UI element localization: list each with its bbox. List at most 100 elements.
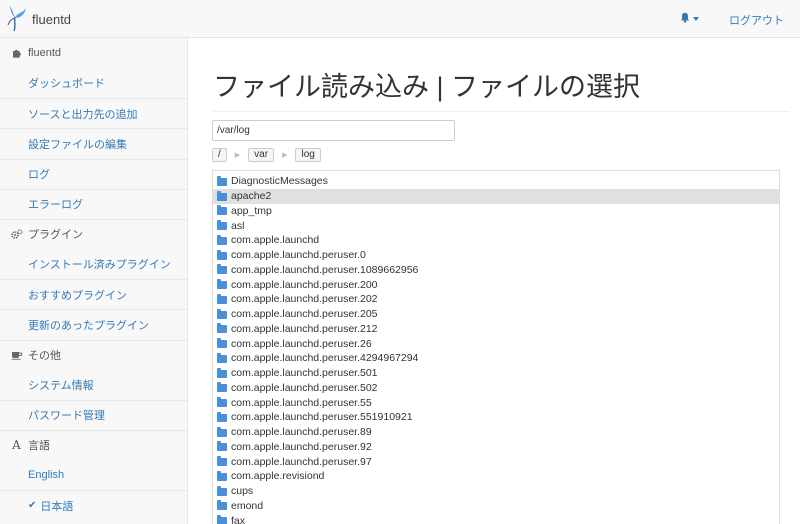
file-name: com.apple.launchd.peruser.202 bbox=[231, 293, 378, 306]
bell-icon bbox=[680, 12, 690, 26]
file-list-item[interactable]: DiagnosticMessages bbox=[213, 174, 779, 189]
folder-icon bbox=[217, 515, 227, 524]
folder-icon bbox=[217, 411, 227, 422]
page-title: ファイル読み込み | ファイルの選択 bbox=[213, 65, 790, 112]
breadcrumb-root[interactable]: / bbox=[212, 147, 227, 162]
folder-icon bbox=[217, 456, 227, 467]
folder-icon bbox=[217, 470, 227, 481]
file-list-item[interactable]: fax bbox=[213, 513, 779, 524]
sidebar-section-title: 言語 bbox=[28, 440, 50, 453]
main-content: ファイル読み込み | ファイルの選択 / ▶ var ▶ log Diagnos… bbox=[189, 38, 800, 524]
breadcrumb: / ▶ var ▶ log bbox=[212, 147, 321, 162]
file-list-item[interactable]: cups bbox=[213, 484, 779, 499]
file-list-item[interactable]: com.apple.launchd.peruser.0 bbox=[213, 248, 779, 263]
sidebar-item-english[interactable]: English bbox=[0, 460, 187, 490]
file-list-item[interactable]: asl bbox=[213, 218, 779, 233]
folder-icon bbox=[217, 234, 227, 245]
file-list-item[interactable]: com.apple.launchd.peruser.1089662956 bbox=[213, 263, 779, 278]
file-list-item[interactable]: com.apple.launchd.peruser.26 bbox=[213, 336, 779, 351]
file-name: com.apple.launchd.peruser.92 bbox=[231, 440, 372, 453]
folder-icon bbox=[217, 323, 227, 334]
folder-icon bbox=[217, 190, 227, 201]
folder-icon bbox=[217, 485, 227, 496]
file-name: com.apple.launchd.peruser.4294967294 bbox=[231, 352, 419, 365]
sidebar-item-add-source[interactable]: ソースと出力先の追加 bbox=[0, 98, 187, 128]
sidebar-item-japanese[interactable]: ✔ 日本語 bbox=[0, 490, 187, 520]
file-list-item[interactable]: com.apple.launchd.peruser.200 bbox=[213, 277, 779, 292]
sidebar-item-password[interactable]: パスワード管理 bbox=[0, 399, 187, 430]
file-list-item[interactable]: com.apple.launchd bbox=[213, 233, 779, 248]
file-list-item[interactable]: com.apple.launchd.peruser.205 bbox=[213, 307, 779, 322]
sidebar-section-plugins: プラグイン bbox=[0, 218, 187, 249]
folder-icon bbox=[217, 205, 227, 216]
file-list-item[interactable]: apache2 bbox=[213, 188, 779, 204]
sidebar-section-fluentd: fluentd bbox=[0, 38, 187, 68]
chevron-right-icon: ▶ bbox=[234, 151, 241, 159]
logout-link[interactable]: ログアウト bbox=[729, 12, 784, 28]
sidebar-item-recommended-plugins[interactable]: おすすめプラグイン bbox=[0, 279, 187, 309]
sidebar-item-edit-config[interactable]: 設定ファイルの編集 bbox=[0, 128, 187, 158]
file-list-item[interactable]: com.apple.launchd.peruser.501 bbox=[213, 366, 779, 381]
sidebar-item-dashboard[interactable]: ダッシュボード bbox=[0, 68, 187, 98]
gears-icon bbox=[10, 229, 23, 240]
folder-icon bbox=[217, 367, 227, 378]
sidebar: fluentd ダッシュボード ソースと出力先の追加 設定ファイルの編集 ログ … bbox=[0, 38, 188, 524]
file-list-item[interactable]: com.apple.launchd.peruser.97 bbox=[213, 454, 779, 469]
file-name: com.apple.revisiond bbox=[231, 470, 325, 483]
sidebar-section-title: fluentd bbox=[28, 47, 62, 59]
folder-icon bbox=[217, 279, 227, 290]
breadcrumb-var[interactable]: var bbox=[248, 147, 275, 162]
file-name: com.apple.launchd.peruser.89 bbox=[231, 426, 372, 439]
file-list-item[interactable]: com.apple.launchd.peruser.55 bbox=[213, 395, 779, 410]
file-name: com.apple.launchd.peruser.26 bbox=[231, 337, 372, 350]
file-list-item[interactable]: com.apple.launchd.peruser.89 bbox=[213, 425, 779, 440]
file-list-item[interactable]: com.apple.launchd.peruser.4294967294 bbox=[213, 351, 779, 366]
folder-icon bbox=[217, 220, 227, 231]
file-name: com.apple.launchd.peruser.200 bbox=[231, 278, 378, 291]
file-name: com.apple.launchd.peruser.55 bbox=[231, 396, 372, 409]
file-list-item[interactable]: com.apple.launchd.peruser.212 bbox=[213, 322, 779, 337]
file-list-item[interactable]: com.apple.revisiond bbox=[213, 469, 779, 484]
folder-icon bbox=[217, 249, 227, 260]
breadcrumb-log[interactable]: log bbox=[295, 147, 321, 162]
coffee-icon bbox=[10, 350, 23, 360]
sidebar-section-language: A 言語 bbox=[0, 429, 187, 460]
folder-icon bbox=[217, 352, 227, 363]
file-name: app_tmp bbox=[231, 204, 272, 217]
file-list-item[interactable]: app_tmp bbox=[213, 204, 779, 219]
file-name: com.apple.launchd.peruser.97 bbox=[231, 455, 372, 468]
puzzle-icon bbox=[10, 48, 23, 58]
brand[interactable]: fluentd bbox=[6, 4, 71, 34]
folder-icon bbox=[217, 264, 227, 275]
file-name: com.apple.launchd.peruser.0 bbox=[231, 249, 366, 262]
sidebar-item-updated-plugins[interactable]: 更新のあったプラグイン bbox=[0, 309, 187, 339]
file-list-item[interactable]: com.apple.launchd.peruser.551910921 bbox=[213, 410, 779, 425]
sidebar-item-log[interactable]: ログ bbox=[0, 158, 187, 189]
font-icon: A bbox=[12, 438, 21, 453]
file-list-item[interactable]: emond bbox=[213, 499, 779, 514]
folder-icon bbox=[217, 397, 227, 408]
folder-icon bbox=[217, 175, 227, 186]
sidebar-item-system-info[interactable]: システム情報 bbox=[0, 370, 187, 400]
folder-icon bbox=[217, 426, 227, 437]
file-list[interactable]: DiagnosticMessages apache2 app_tmp asl com.a… bbox=[212, 170, 780, 524]
fluentd-logo-icon bbox=[6, 4, 28, 35]
folder-icon bbox=[217, 308, 227, 319]
file-name: cups bbox=[231, 485, 254, 498]
file-list-item[interactable]: com.apple.launchd.peruser.502 bbox=[213, 381, 779, 396]
file-name: asl bbox=[231, 219, 245, 232]
folder-icon bbox=[217, 338, 227, 349]
notifications-dropdown[interactable] bbox=[680, 12, 699, 26]
file-name: com.apple.launchd.peruser.1089662956 bbox=[231, 263, 419, 276]
sidebar-item-error-log[interactable]: エラーログ bbox=[0, 188, 187, 219]
check-icon: ✔ bbox=[28, 500, 37, 512]
file-name: com.apple.launchd.peruser.501 bbox=[231, 367, 378, 380]
file-list-item[interactable]: com.apple.launchd.peruser.92 bbox=[213, 440, 779, 455]
sidebar-item-label: 日本語 bbox=[40, 500, 74, 513]
folder-icon bbox=[217, 500, 227, 511]
path-input[interactable] bbox=[212, 120, 455, 141]
file-list-item[interactable]: com.apple.launchd.peruser.202 bbox=[213, 292, 779, 307]
file-name: com.apple.launchd.peruser.205 bbox=[231, 308, 378, 321]
file-name: com.apple.launchd.peruser.212 bbox=[231, 322, 378, 335]
sidebar-item-installed-plugins[interactable]: インストール済みプラグイン bbox=[0, 249, 187, 279]
